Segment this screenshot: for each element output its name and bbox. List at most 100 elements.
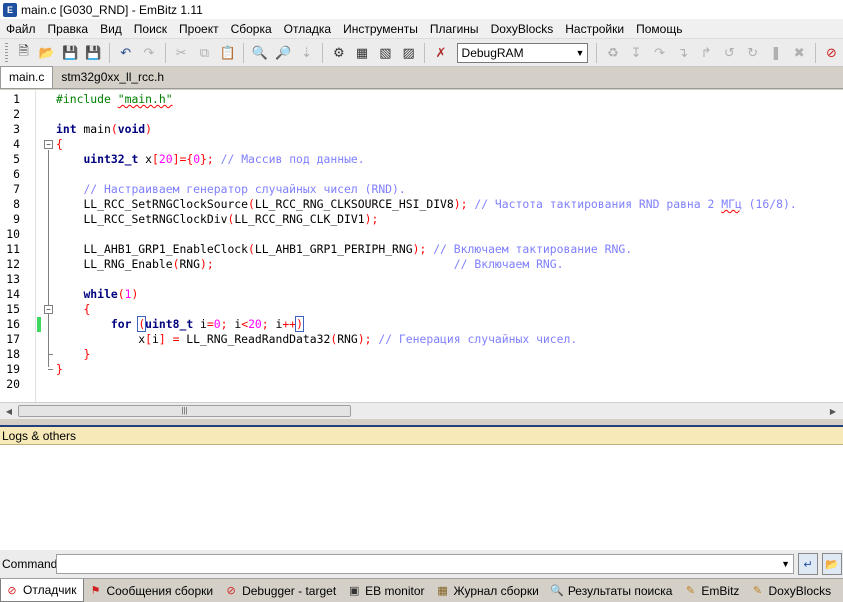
tab-build-messages[interactable]: ⚑ Сообщения сборки (84, 580, 220, 602)
toolbar-separator (109, 42, 110, 63)
line-number: 8 (13, 197, 20, 211)
save-all-icon[interactable]: 💾 (83, 42, 104, 64)
code-text[interactable]: #include "main.h" int main(void) { uint3… (56, 92, 843, 392)
build-icon[interactable]: ⚙ (328, 42, 349, 64)
fold-toggle-icon[interactable]: − (44, 140, 53, 149)
fold-toggle-icon[interactable]: − (44, 305, 53, 314)
scrollbar-thumb[interactable]: ||| (18, 405, 351, 417)
line-number: 17 (6, 332, 20, 346)
line-number-gutter: 1 2 3 4 5 6 7 8 9 10 11 12 13 14 15 16 1… (0, 90, 36, 402)
load-script-icon[interactable]: 📂 (822, 553, 842, 575)
code-line-7: // Настраиваем генератор случайных чисел… (83, 182, 406, 196)
toolbar-grip[interactable] (5, 42, 8, 63)
menu-settings[interactable]: Настройки (559, 19, 630, 39)
redo-icon[interactable]: ↷ (138, 42, 159, 64)
build-target-value: DebugRAM (461, 45, 524, 60)
embitz-logo-icon: E (3, 2, 17, 17)
code-line-17: x[i] = LL_RNG_ReadRandData32(RNG); // Ге… (138, 332, 578, 346)
replace-icon[interactable]: 🔎 (273, 42, 294, 64)
tab-doxyblocks[interactable]: ✎ DoxyBlocks (746, 580, 838, 602)
find-icon[interactable]: 🔍 (249, 42, 270, 64)
jump-icon[interactable]: ⇣ (296, 42, 317, 64)
line-number: 13 (6, 272, 20, 286)
code-line-8: LL_RCC_SetRNGClockSource(LL_RCC_RNG_CLKS… (83, 197, 797, 211)
tab-search-results[interactable]: 🔍 Результаты поиска (546, 580, 680, 602)
tab-build-log[interactable]: ▦ Журнал сборки (432, 580, 546, 602)
pane-splitter[interactable] (0, 419, 843, 427)
flag-icon: ⚑ (90, 585, 101, 597)
tab-stm32g0xx-ll-rcc-h[interactable]: stm32g0xx_ll_rcc.h (53, 67, 172, 88)
send-command-icon[interactable]: ↵ (798, 553, 818, 575)
save-icon[interactable]: 💾 (59, 42, 80, 64)
stop-icon: ⊘ (226, 585, 236, 597)
step-over-icon[interactable]: ↷ (649, 42, 670, 64)
line-number: 5 (13, 152, 20, 166)
line-number: 19 (6, 362, 20, 376)
logs-pane-title: Logs & others (0, 427, 843, 445)
code-line-12: LL_RNG_Enable(RNG); // Включаем RNG. (83, 257, 564, 271)
toolbar-separator (243, 42, 245, 63)
tab-debugger[interactable]: ⊘ Отладчик (0, 579, 85, 602)
toolbar-separator (164, 42, 166, 63)
tab-label: EB monitor (365, 583, 425, 598)
command-label: Command: (2, 557, 61, 571)
menu-project[interactable]: Проект (173, 19, 225, 39)
line-number: 1 (13, 92, 20, 106)
menu-file[interactable]: Файл (0, 19, 42, 39)
line-number: 18 (6, 347, 20, 361)
menu-tools[interactable]: Инструменты (337, 19, 424, 39)
code-line-4: { (56, 137, 63, 151)
cut-icon[interactable]: ✂ (171, 42, 192, 64)
menu-view[interactable]: Вид (94, 19, 128, 39)
tab-eb-monitor[interactable]: ▣ EB monitor (343, 580, 431, 602)
reset-icon[interactable]: ♻ (602, 42, 623, 64)
command-input[interactable]: ▼ (56, 554, 794, 574)
tab-embitz[interactable]: ✎ EmBitz (679, 580, 746, 602)
next-instruction-icon[interactable]: ↺ (719, 42, 740, 64)
menu-doxyblocks[interactable]: DoxyBlocks (485, 19, 560, 39)
toolbar-separator (424, 42, 426, 63)
open-folder-icon[interactable]: 📂 (36, 42, 57, 64)
menu-edit[interactable]: Правка (42, 19, 95, 39)
run-to-cursor-icon[interactable]: ↧ (626, 42, 647, 64)
step-instruction-icon[interactable]: ↻ (742, 42, 763, 64)
code-line-15: { (83, 302, 91, 316)
new-file-icon[interactable]: 🗎 (13, 42, 34, 64)
horizontal-scrollbar[interactable]: ◀ ||| ▶ (0, 402, 843, 419)
step-into-icon[interactable]: ↴ (672, 42, 693, 64)
menu-search[interactable]: Поиск (128, 19, 173, 39)
menu-debug[interactable]: Отладка (278, 19, 337, 39)
undo-icon[interactable]: ↶ (115, 42, 136, 64)
tools-icon[interactable]: ✗ (430, 42, 451, 64)
menu-plugins[interactable]: Плагины (424, 19, 485, 39)
copy-icon[interactable]: ⧉ (194, 42, 215, 64)
toolbar-separator (322, 42, 324, 63)
tab-label: Журнал сборки (453, 583, 539, 598)
code-line-18: } (83, 347, 91, 361)
step-out-icon[interactable]: ↱ (695, 42, 716, 64)
tab-debugger-target[interactable]: ⊘ Debugger - target (220, 580, 343, 602)
chevron-down-icon[interactable]: ▼ (781, 559, 790, 569)
menu-help[interactable]: Помощь (630, 19, 688, 39)
build-target-select[interactable]: DebugRAM ▼ (456, 42, 589, 63)
paste-icon[interactable]: 📋 (217, 42, 238, 64)
clean-icon[interactable]: ▨ (398, 42, 419, 64)
scroll-left-icon[interactable]: ◀ (2, 405, 16, 418)
stop-debug-icon[interactable]: ✖ (789, 42, 810, 64)
toolbar-separator (596, 42, 598, 63)
tab-main-c[interactable]: main.c (0, 66, 54, 88)
build-log-icon: ▦ (437, 585, 448, 597)
code-line-11: LL_AHB1_GRP1_EnableClock(LL_AHB1_GRP1_PE… (83, 242, 633, 256)
fold-end-marker (48, 354, 53, 355)
break-icon[interactable]: ❚ (765, 42, 786, 64)
code-editor[interactable]: 1 2 3 4 5 6 7 8 9 10 11 12 13 14 15 16 1… (0, 90, 843, 402)
abort-icon[interactable]: ⊘ (821, 42, 842, 64)
compile-icon[interactable]: ▦ (351, 42, 372, 64)
line-number: 20 (6, 377, 20, 391)
scroll-right-icon[interactable]: ▶ (826, 405, 840, 418)
rebuild-icon[interactable]: ▧ (375, 42, 396, 64)
line-number: 4 (13, 137, 20, 151)
menu-build[interactable]: Сборка (225, 19, 278, 39)
